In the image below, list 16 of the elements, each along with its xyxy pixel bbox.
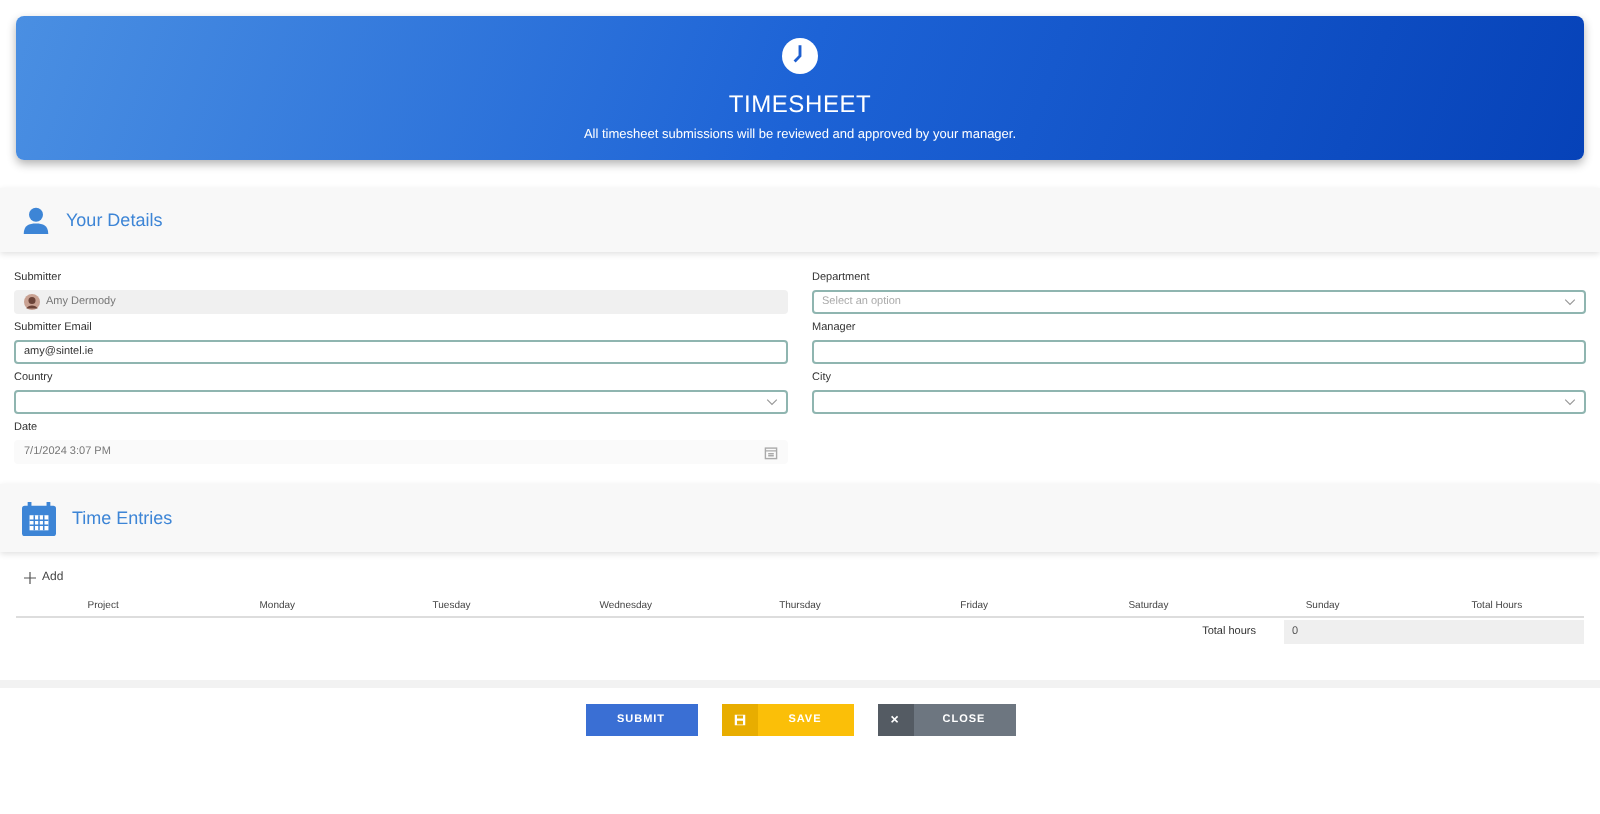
page-title: TIMESHEET (728, 90, 872, 118)
chevron-down-icon (1564, 398, 1576, 406)
clock-icon (782, 38, 818, 74)
dropdown-field[interactable] (812, 390, 1586, 414)
input-field[interactable] (812, 340, 1586, 364)
chevron-down-icon (1564, 298, 1576, 306)
save-icon (733, 714, 745, 726)
calendar-icon (22, 501, 56, 535)
section-title: Your Details (66, 210, 163, 230)
chevron-down-icon (766, 398, 778, 406)
section-title: Time Entries (72, 508, 173, 528)
plus-icon (24, 572, 36, 584)
person-icon (22, 204, 50, 236)
avatar-icon (24, 294, 40, 310)
calendar-icon (764, 445, 778, 459)
dropdown-field[interactable] (14, 390, 788, 414)
